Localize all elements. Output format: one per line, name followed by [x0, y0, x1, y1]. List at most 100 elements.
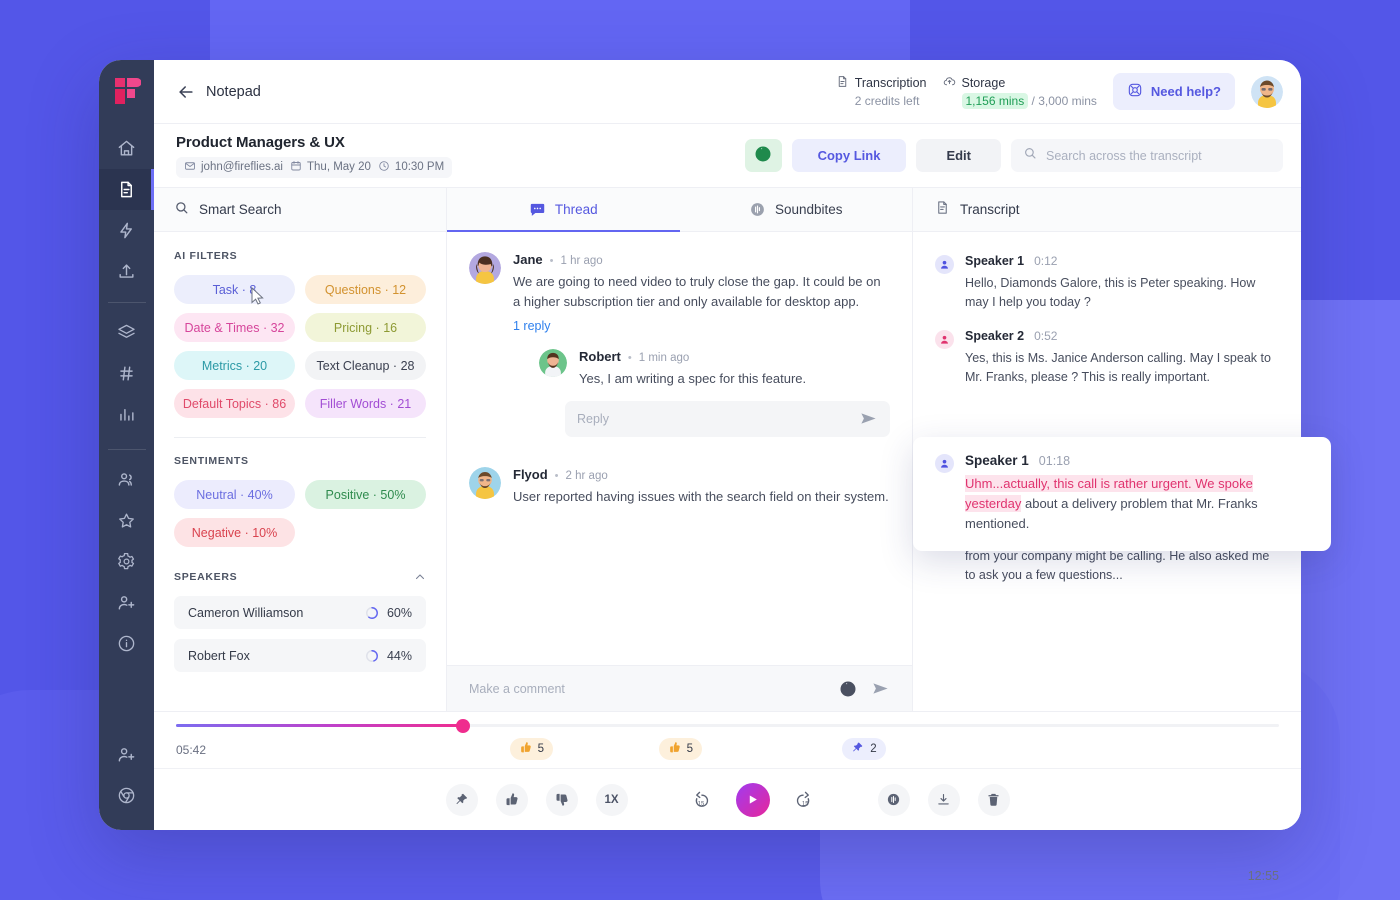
- ai-filters-heading: AI Filters: [174, 250, 426, 262]
- ai-filter-pill-4[interactable]: Metrics · 20: [174, 351, 295, 380]
- transcript-search-box[interactable]: [1011, 139, 1283, 172]
- soundbite-button[interactable]: [878, 784, 910, 816]
- fireflies-logo-icon[interactable]: [113, 76, 141, 106]
- sentiment-pill-0[interactable]: Neutral · 40%: [174, 480, 295, 509]
- tab-thread[interactable]: Thread: [447, 188, 680, 231]
- pin-button[interactable]: [446, 784, 478, 816]
- clock-icon: [378, 160, 390, 175]
- ai-filter-pill-3[interactable]: Pricing · 16: [305, 313, 426, 342]
- ai-filter-pill-7[interactable]: Filler Words · 21: [305, 389, 426, 418]
- meeting-meta: john@fireflies.ai Thu, May 20 10:30 PM: [176, 157, 452, 178]
- comment-bar[interactable]: [447, 665, 912, 711]
- avatar[interactable]: [539, 349, 567, 377]
- sidebar-item-add-person[interactable]: [99, 734, 154, 775]
- sidebar-item-analytics[interactable]: [99, 394, 154, 435]
- sidebar-item-chrome-extension[interactable]: [99, 775, 154, 816]
- utterance-text: Uhm...actually, this call is rather urge…: [965, 474, 1309, 534]
- back-arrow-icon[interactable]: [176, 82, 196, 102]
- progress-track[interactable]: [176, 724, 1279, 727]
- comment-input[interactable]: [469, 682, 825, 696]
- globe-icon: [754, 145, 772, 166]
- avatar[interactable]: [469, 467, 501, 499]
- sidebar-item-notepad[interactable]: [99, 169, 154, 210]
- ai-filter-pill-6[interactable]: Default Topics · 86: [174, 389, 295, 418]
- search-input[interactable]: [1046, 149, 1271, 163]
- reply-count-link[interactable]: 1 reply: [513, 319, 551, 333]
- speaker-row[interactable]: Cameron Williamson60%: [174, 596, 426, 629]
- sidebar-item-teams[interactable]: [99, 459, 154, 500]
- send-icon[interactable]: [859, 409, 878, 428]
- sidebar-item-settings[interactable]: [99, 541, 154, 582]
- progress-bar[interactable]: [176, 724, 1279, 727]
- reaction-badge-1[interactable]: 5: [659, 738, 702, 760]
- thumbs-up-button[interactable]: [496, 784, 528, 816]
- thumbs-down-button[interactable]: [546, 784, 578, 816]
- thread-messages: Jane • 1 hr ago We are going to need vid…: [447, 232, 912, 665]
- sidebar-item-upload[interactable]: [99, 251, 154, 292]
- reaction-badge-0[interactable]: 5: [510, 738, 553, 760]
- speaker-row[interactable]: Robert Fox 44%: [174, 639, 426, 672]
- avatar[interactable]: [1251, 76, 1283, 108]
- tab-soundbites[interactable]: Soundbites: [680, 188, 913, 231]
- storage-label: Storage: [962, 76, 1006, 90]
- share-public-button[interactable]: [745, 139, 782, 172]
- reaction-count: 5: [538, 743, 544, 755]
- avatar[interactable]: [469, 252, 501, 284]
- need-help-button[interactable]: Need help?: [1113, 73, 1235, 110]
- utterance-text: Yes, this is Ms. Janice Anderson calling…: [965, 349, 1279, 388]
- utterance-timestamp: 01:18: [1039, 454, 1070, 468]
- post-separator: •: [555, 470, 559, 482]
- ai-filter-pill-0[interactable]: Task · 8: [174, 275, 295, 304]
- ai-filter-pill-1[interactable]: Questions · 12: [305, 275, 426, 304]
- meeting-time: 10:30 PM: [378, 160, 444, 175]
- reply-input-box[interactable]: [565, 401, 890, 437]
- sentiment-pill-1[interactable]: Positive · 50%: [305, 480, 426, 509]
- chevron-up-icon[interactable]: [414, 571, 426, 583]
- rail-divider: [108, 302, 146, 303]
- sidebar-item-home[interactable]: [99, 128, 154, 169]
- speaker-avatar-icon: [935, 255, 954, 274]
- transcript-utterance[interactable]: Speaker 1 0:12 Hello, Diamonds Galore, t…: [913, 254, 1301, 329]
- thread-post: Jane • 1 hr ago We are going to need vid…: [469, 252, 890, 437]
- reaction-badge-2[interactable]: 2: [842, 738, 885, 760]
- filters-scroll-area: AI Filters Task · 8 Questions · 12 Date & …: [154, 232, 446, 711]
- need-help-label: Need help?: [1151, 84, 1221, 99]
- highlighted-utterance-card[interactable]: Speaker 1 01:18 Uhm...actually, this cal…: [913, 437, 1331, 551]
- document-icon: [836, 75, 849, 91]
- sidebar-item-info[interactable]: [99, 623, 154, 664]
- sidebar-item-channels[interactable]: [99, 312, 154, 353]
- speed-button[interactable]: 1X: [596, 784, 628, 816]
- play-button[interactable]: [736, 783, 770, 817]
- globe-icon[interactable]: [839, 680, 857, 698]
- reply-input[interactable]: [577, 412, 859, 426]
- search-icon: [174, 200, 189, 220]
- delete-button[interactable]: [978, 784, 1010, 816]
- sentiment-pill-2[interactable]: Negative · 10%: [174, 518, 295, 547]
- post-author: Flyod: [513, 467, 548, 482]
- speaker-avatar-icon: [935, 330, 954, 349]
- edit-button[interactable]: Edit: [916, 139, 1001, 172]
- speaker-progress-ring-icon: [365, 649, 379, 663]
- forward-15-button[interactable]: 15: [788, 784, 820, 816]
- sidebar-item-favorites[interactable]: [99, 500, 154, 541]
- ai-filter-pill-5[interactable]: Text Cleanup · 28: [305, 351, 426, 380]
- sidebar-item-topics[interactable]: [99, 353, 154, 394]
- thread-post: Flyod • 2 hr ago User reported having is…: [469, 467, 890, 507]
- send-icon[interactable]: [871, 679, 890, 698]
- smart-search-bar[interactable]: Smart Search: [154, 188, 446, 232]
- sidebar-item-invite[interactable]: [99, 582, 154, 623]
- copy-link-button[interactable]: Copy Link: [792, 139, 907, 172]
- sidebar-item-automation[interactable]: [99, 210, 154, 251]
- rewind-15-button[interactable]: 15: [686, 784, 718, 816]
- ai-filter-pill-grid: Task · 8 Questions · 12 Date & Times · 32 P…: [174, 275, 426, 418]
- ai-filter-pill-2[interactable]: Date & Times · 32: [174, 313, 295, 342]
- transcript-utterance[interactable]: Speaker 2 0:52 Yes, this is Ms. Janice A…: [913, 329, 1301, 404]
- post-timestamp: 2 hr ago: [566, 470, 608, 482]
- speaker-share: 44%: [365, 649, 412, 663]
- meeting-title: Product Managers & UX: [176, 134, 452, 151]
- progress-thumb[interactable]: [456, 719, 470, 733]
- download-button[interactable]: [928, 784, 960, 816]
- media-player: 05:42 552 1X 15: [154, 711, 1301, 830]
- utterance-timestamp: 0:12: [1034, 254, 1057, 268]
- speaker-name: Robert Fox: [188, 649, 250, 663]
